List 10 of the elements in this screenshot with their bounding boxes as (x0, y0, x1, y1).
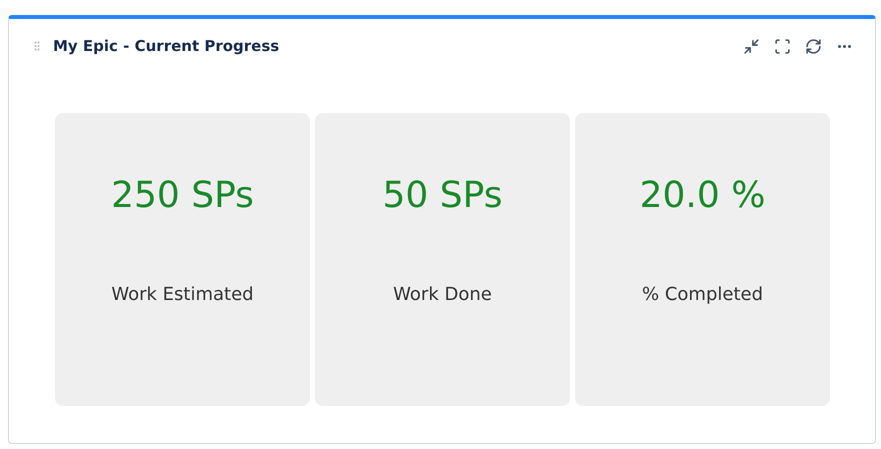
metric-value: 20.0 % (640, 174, 766, 218)
metric-label: % Completed (642, 283, 763, 307)
metric-value: 250 SPs (111, 174, 254, 218)
fullscreen-icon[interactable] (774, 38, 791, 54)
refresh-icon[interactable] (805, 38, 822, 54)
widget-title: My Epic - Current Progress (53, 36, 280, 57)
metric-label: Work Estimated (111, 283, 254, 307)
metric-value: 50 SPs (382, 174, 502, 218)
minimize-icon[interactable] (743, 38, 760, 54)
metric-label: Work Done (393, 283, 492, 307)
